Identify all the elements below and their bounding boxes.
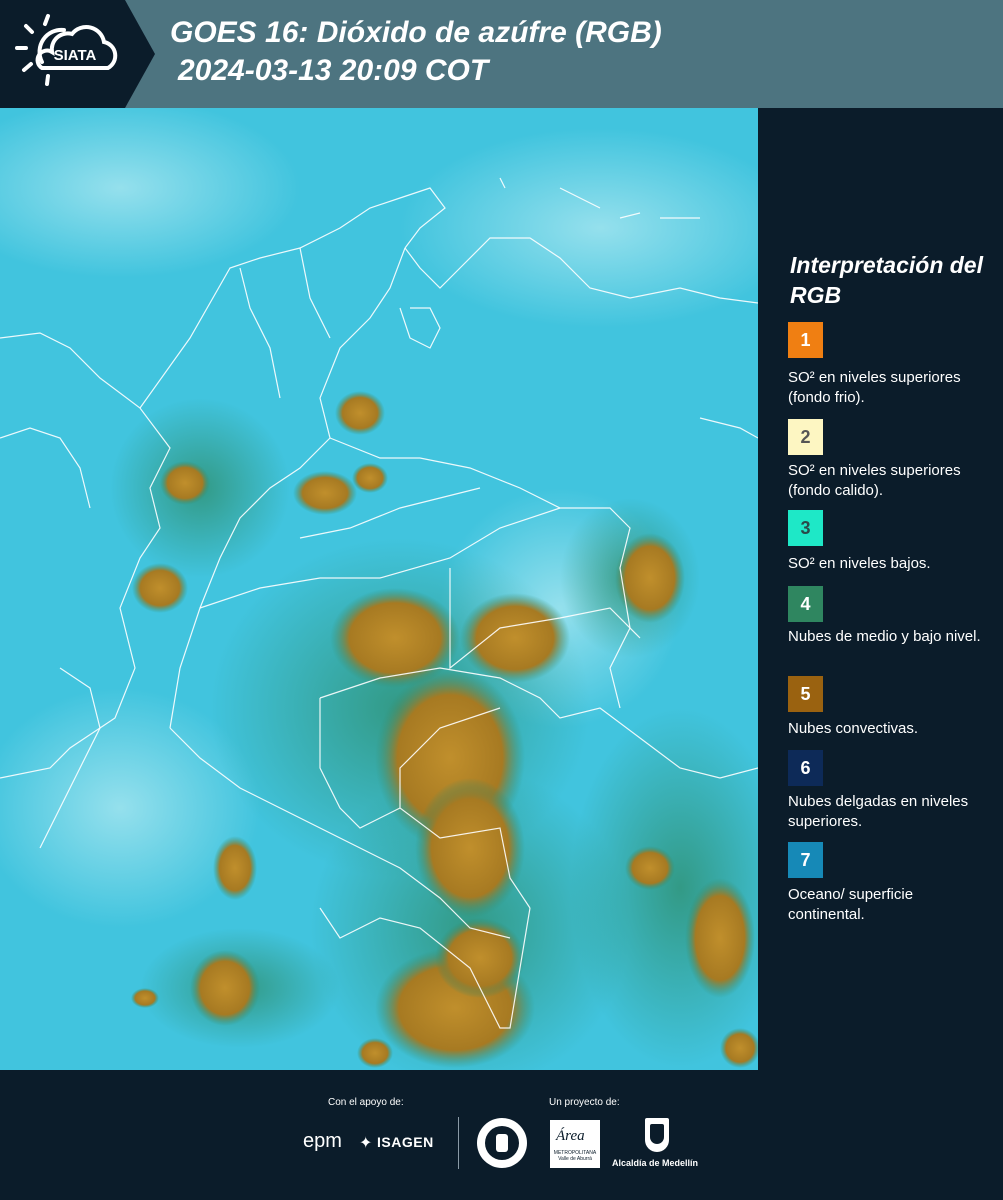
legend-swatch-6: 6 <box>788 750 823 786</box>
legend-number-4: 4 <box>800 593 811 614</box>
alcaldia-logo-text: Alcaldía de Medellín <box>612 1158 699 1168</box>
legend-label-5: Nubes convectivas. <box>788 720 919 737</box>
alcaldia-crest-icon <box>645 1118 669 1152</box>
footer-divider <box>458 1117 459 1169</box>
legend-swatch-7: 7 <box>788 842 823 878</box>
satellite-map <box>0 108 758 1070</box>
legend-swatch-3: 3 <box>788 510 823 546</box>
support-label: Con el apoyo de: <box>328 1097 404 1108</box>
legend-swatch-2: 2 <box>788 419 823 455</box>
legend-label-6: Nubes delgadas en niveles superiores. <box>788 793 969 830</box>
legend-label-7: Oceano/ superficie continental. <box>788 886 914 923</box>
epm-logo: epm <box>303 1130 342 1152</box>
isagen-icon: ✦ <box>359 1135 373 1152</box>
medellin-seal-icon <box>477 1118 527 1168</box>
header-bar: SIATA GOES 16: Dióxido de azúfre (RGB) 2… <box>0 0 1003 108</box>
legend-label-2: SO² en niveles superiores (fondo calido)… <box>788 462 961 499</box>
legend-number-1: 1 <box>800 329 811 350</box>
legend-swatch-1: 1 <box>788 322 823 358</box>
siata-logo: SIATA <box>0 0 155 108</box>
legend-number-7: 7 <box>800 849 811 870</box>
title-line-2: 2024-03-13 20:09 COT <box>178 54 489 87</box>
svg-text:SIATA: SIATA <box>54 47 97 64</box>
legend-number-6: 6 <box>800 757 811 778</box>
legend-label-4: Nubes de medio y bajo nivel. <box>788 628 981 645</box>
legend-swatch-5: 5 <box>788 676 823 712</box>
area-logo-text: Área <box>556 1128 585 1144</box>
legend-number-5: 5 <box>800 683 811 704</box>
legend-title: Interpretación del RGB <box>790 252 983 308</box>
area-logo-subtext: METROPOLITANA Valle de Aburrá <box>553 1150 597 1162</box>
legend-number-3: 3 <box>800 517 811 538</box>
title-line-1: GOES 16: Dióxido de azúfre (RGB) <box>170 16 662 49</box>
isagen-logo: ISAGEN <box>377 1134 434 1150</box>
siata-sun-cloud-icon: SIATA <box>15 14 118 86</box>
so2-rgb-map-image <box>0 108 758 1070</box>
area-metropolitana-logo: Área METROPOLITANA Valle de Aburrá <box>550 1120 600 1168</box>
legend-number-2: 2 <box>800 426 811 447</box>
project-label: Un proyecto de: <box>549 1097 620 1108</box>
legend-label-1: SO² en niveles superiores (fondo frio). <box>788 369 961 406</box>
legend-label-3: SO² en niveles bajos. <box>788 555 931 572</box>
page-title: GOES 16: Dióxido de azúfre (RGB) 2024-03… <box>170 14 662 90</box>
legend-swatch-4: 4 <box>788 586 823 622</box>
